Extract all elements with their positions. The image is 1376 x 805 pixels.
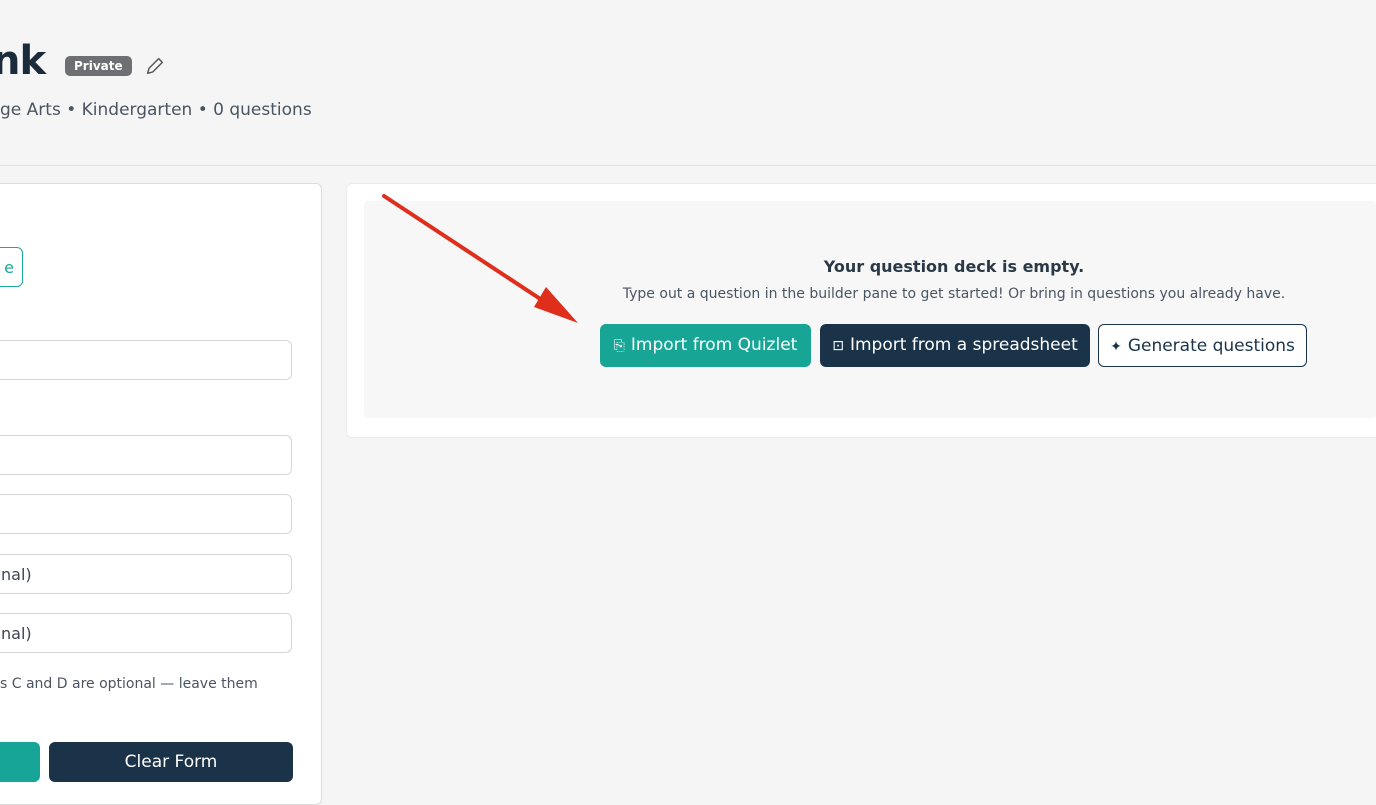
import-spreadsheet-button[interactable]: ⊡ Import from a spreadsheet	[820, 324, 1090, 367]
page-title: nk	[0, 38, 46, 84]
generate-questions-button[interactable]: ✦ Generate questions	[1098, 324, 1307, 367]
privacy-badge: Private	[65, 56, 132, 76]
import-icon: ⎘	[613, 338, 625, 354]
generate-questions-label: Generate questions	[1127, 336, 1295, 356]
answer-b-field[interactable]	[0, 494, 292, 534]
question-type-button[interactable]: e	[0, 247, 23, 287]
answer-a-field[interactable]	[0, 435, 292, 475]
sparkle-icon: ✦	[1110, 339, 1122, 355]
clear-form-button[interactable]: Clear Form	[49, 742, 293, 782]
import-quizlet-label: Import from Quizlet	[630, 335, 798, 355]
pencil-icon[interactable]	[144, 55, 166, 77]
import-quizlet-button[interactable]: ⎘ Import from Quizlet	[600, 324, 811, 367]
add-question-button[interactable]	[0, 742, 40, 782]
download-icon: ⊡	[832, 338, 844, 354]
question-field[interactable]	[0, 340, 292, 380]
page-header: nk Private ge Arts • Kindergarten • 0 qu…	[0, 0, 1376, 166]
import-spreadsheet-label: Import from a spreadsheet	[849, 335, 1078, 355]
annotation-arrow	[382, 194, 578, 323]
deck-meta: ge Arts • Kindergarten • 0 questions	[0, 100, 312, 120]
answer-c-field[interactable]: nal)	[0, 554, 292, 594]
optional-answers-hint: s C and D are optional — leave them	[0, 676, 258, 692]
answer-d-field[interactable]: nal)	[0, 613, 292, 653]
